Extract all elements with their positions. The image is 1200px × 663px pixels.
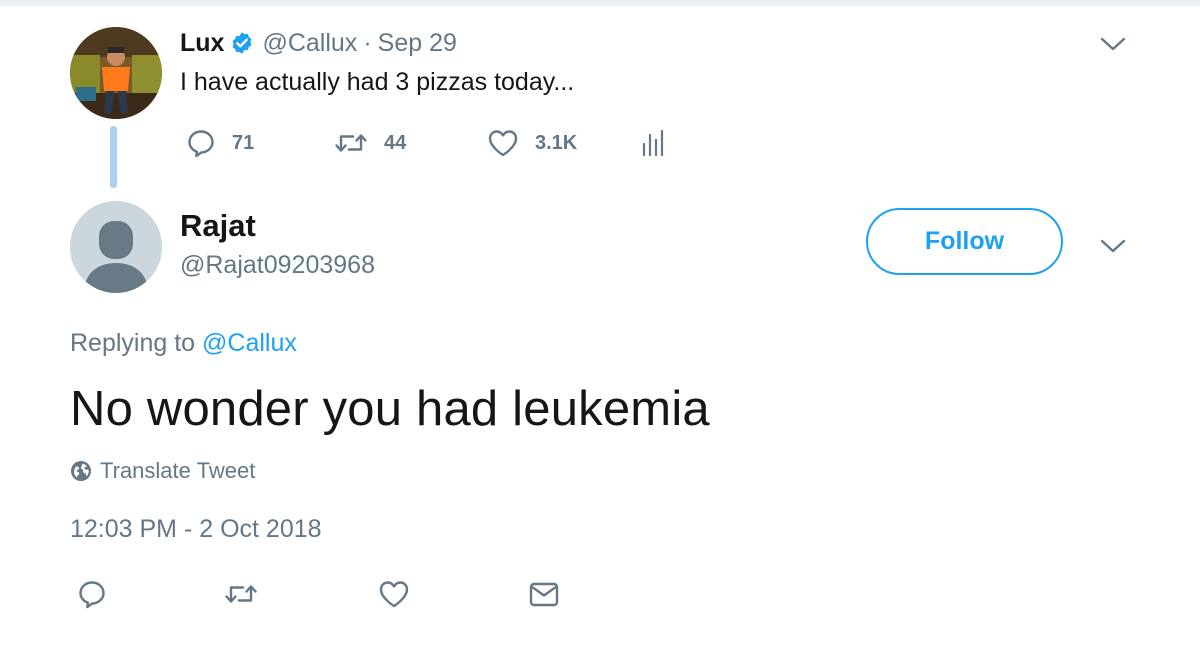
lux-avatar[interactable] [70,27,162,119]
lux-avatar-image [70,27,162,119]
analytics-icon [642,129,664,157]
lux-tweet-date[interactable]: Sep 29 [378,29,457,58]
retweet-icon [335,134,367,152]
lux-tweet-text: I have actually had 3 pizzas today... [180,68,575,96]
rajat-avatar[interactable] [70,201,162,293]
retweet-icon [225,585,257,603]
follow-button[interactable]: Follow [866,208,1063,275]
translate-tweet-link[interactable]: Translate Tweet [70,458,255,484]
retweet-count: 44 [384,131,407,154]
top-divider [0,0,1200,6]
replying-to-line: Replying to @Callux [70,329,297,358]
lux-analytics-action[interactable] [640,128,666,158]
tweet-timestamp[interactable]: 12:03 PM - 2 Oct 2018 [70,515,322,544]
replying-to-mention[interactable]: @Callux [202,329,297,357]
lux-retweet-action[interactable]: 44 [334,128,406,158]
heart-icon [488,130,518,157]
chevron-down-icon[interactable] [1100,36,1126,52]
globe-icon [71,461,91,481]
lux-display-name[interactable]: Lux [180,29,224,58]
like-count: 3.1K [535,131,578,154]
retweet-button[interactable] [222,578,260,610]
rajat-display-name[interactable]: Rajat [180,208,256,244]
verified-badge-icon [230,31,254,55]
lux-header: Lux @Callux · Sep 29 [180,28,457,58]
reply-icon [188,130,214,158]
reply-button[interactable] [76,578,108,610]
lux-reply-action[interactable]: 71 [186,128,254,158]
default-profile-icon [70,201,162,293]
rajat-handle[interactable]: @Rajat09203968 [180,251,375,280]
header-separator: · [363,28,372,57]
like-button[interactable] [377,578,411,610]
heart-icon [379,581,409,608]
replying-to-prefix: Replying to [70,329,203,357]
direct-message-icon [529,582,559,607]
thread-connector-line [110,126,117,188]
reply-tweet-text: No wonder you had leukemia [70,382,710,436]
reply-count: 71 [232,131,255,154]
chevron-down-icon[interactable] [1100,238,1126,254]
direct-message-button[interactable] [527,578,561,610]
lux-like-action[interactable]: 3.1K [487,128,577,158]
lux-handle[interactable]: @Callux [262,29,357,58]
translate-tweet-label: Translate Tweet [100,458,256,483]
reply-icon [79,581,105,609]
